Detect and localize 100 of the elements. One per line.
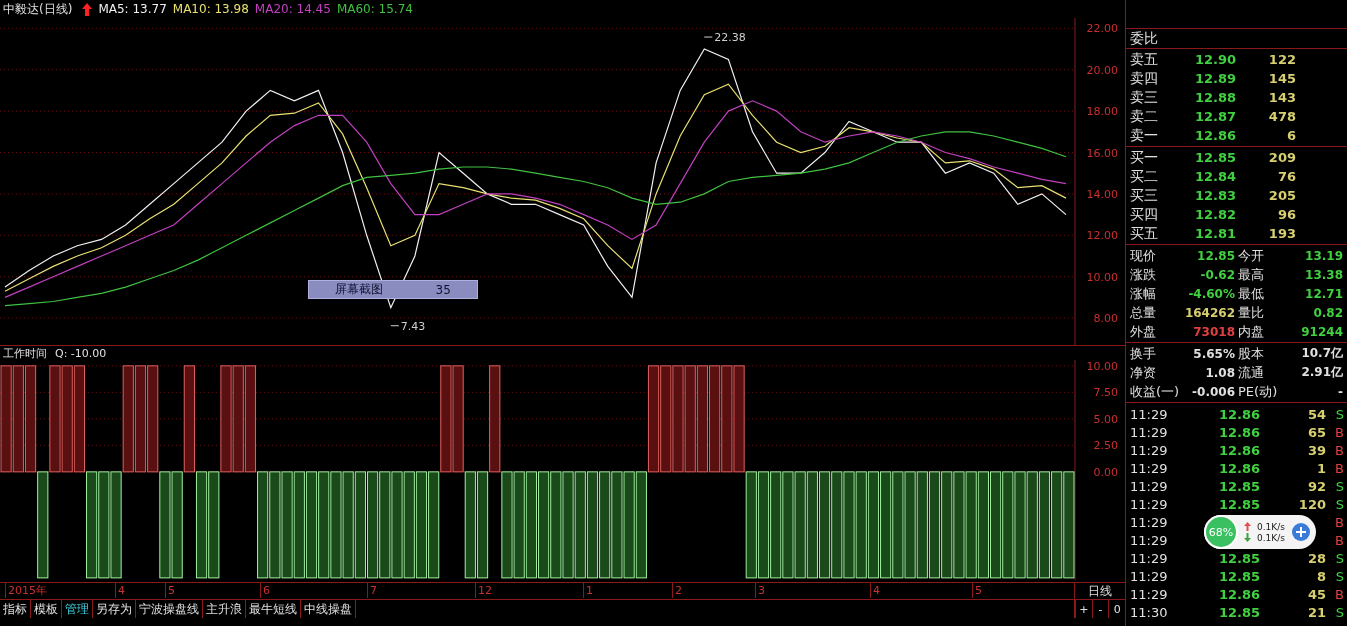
toolbar-tab[interactable]: 最牛短线 — [246, 600, 301, 618]
trade-time: 11:29 — [1130, 442, 1169, 458]
moving-average-reading: MA5: 13.77 — [98, 2, 167, 16]
toolbar-tab[interactable]: 指标 — [0, 600, 31, 618]
trade-time: 11:29 — [1130, 424, 1169, 440]
stat-value: -0.006 — [1192, 384, 1236, 399]
stat-value: 91244 — [1301, 324, 1344, 339]
bid-price: 12.81 — [1193, 226, 1236, 241]
bid-label: 买一 — [1130, 148, 1159, 167]
toolbar-tab[interactable]: 中线操盘 — [301, 600, 356, 618]
bid-price: 12.82 — [1193, 207, 1236, 222]
stat-value: 13.38 — [1305, 267, 1344, 282]
bid-price: 12.83 — [1193, 188, 1236, 203]
bid-volume: 193 — [1267, 226, 1296, 241]
trade-volume: 120 — [1298, 496, 1326, 512]
stat-value: 10.7亿 — [1301, 345, 1344, 362]
indicator-title: 工作时间 — [3, 345, 47, 361]
axis-label: 10.00 — [1086, 270, 1118, 284]
toolbar-tab[interactable]: 宁波操盘线 — [136, 600, 203, 618]
trade-price: 12.85 — [1218, 604, 1260, 620]
stat-label: PE(动) — [1238, 383, 1278, 401]
stat-label: 涨幅 — [1130, 285, 1156, 303]
stat-value: 73018 — [1193, 324, 1236, 339]
trade-price: 12.86 — [1218, 406, 1260, 422]
trade-time: 11:29 — [1130, 460, 1169, 476]
bid-volume: 209 — [1267, 150, 1296, 165]
bid-label: 买四 — [1130, 205, 1159, 224]
up-arrow-icon — [1244, 522, 1251, 531]
trade-time: 11:29 — [1130, 406, 1169, 422]
trade-volume: 21 — [1307, 604, 1326, 620]
indicator-reading: Q: -10.00 — [55, 346, 107, 360]
memory-percent: 68% — [1208, 525, 1234, 539]
ask-label: 卖一 — [1130, 126, 1159, 145]
stat-label: 总量 — [1130, 304, 1156, 322]
trade-price: 12.86 — [1218, 460, 1260, 476]
axis-label: 0.00 — [1093, 465, 1118, 479]
tooltip-value: 35 — [435, 282, 451, 297]
trade-volume: 8 — [1316, 568, 1326, 584]
trade-side: S — [1334, 568, 1344, 584]
stat-label: 收益(一) — [1130, 383, 1180, 401]
bid-volume: 205 — [1267, 188, 1296, 203]
bid-label: 买五 — [1130, 224, 1159, 243]
trade-side: B — [1334, 586, 1344, 602]
trade-time: 11:29 — [1130, 514, 1169, 530]
ask-price: 12.86 — [1193, 128, 1236, 143]
stat-value: 12.71 — [1305, 286, 1344, 301]
axis-label: 10.00 — [1086, 360, 1118, 373]
trade-volume: 39 — [1307, 442, 1326, 458]
ask-label: 卖二 — [1130, 107, 1159, 126]
stat-value: 13.19 — [1305, 248, 1344, 263]
axis-label: 14.00 — [1086, 187, 1118, 201]
download-speed: 0.1K/s — [1257, 532, 1285, 543]
stat-value: 2.91亿 — [1301, 364, 1344, 381]
trade-time: 11:29 — [1130, 496, 1169, 512]
date-label: 2 — [672, 583, 682, 598]
stat-label: 涨跌 — [1130, 266, 1156, 284]
trade-price: 12.85 — [1218, 496, 1260, 512]
ask-label: 卖四 — [1130, 69, 1159, 88]
ask-volume: 6 — [1285, 128, 1296, 143]
ask-volume: 122 — [1267, 52, 1296, 67]
trade-side: B — [1334, 532, 1344, 548]
trade-price: 12.86 — [1218, 424, 1260, 440]
up-arrow-icon — [82, 2, 93, 16]
stat-label: 内盘 — [1238, 323, 1264, 341]
trade-time: 11:29 — [1130, 550, 1169, 566]
moving-average-reading: MA10: 13.98 — [172, 2, 249, 16]
stat-value: 0.82 — [1313, 305, 1344, 320]
axis-label: 18.00 — [1086, 105, 1118, 119]
bid-volume: 96 — [1276, 207, 1296, 222]
date-label: 1 — [583, 583, 593, 598]
trade-side: B — [1334, 514, 1344, 530]
stat-label: 流通 — [1238, 364, 1264, 382]
stat-value: -0.62 — [1200, 267, 1236, 282]
stat-value: 12.85 — [1197, 248, 1236, 263]
trade-side: B — [1334, 442, 1344, 458]
price-label: 22.38 — [703, 31, 746, 45]
ask-price: 12.88 — [1193, 90, 1236, 105]
stat-label: 现价 — [1130, 247, 1156, 265]
toolbar-tab[interactable]: 管理 — [62, 600, 93, 618]
axis-label: 8.00 — [1093, 312, 1118, 326]
trade-side: B — [1334, 460, 1344, 476]
toolbar-tab[interactable]: 主升浪 — [203, 600, 246, 618]
date-label: 2015年 — [5, 583, 47, 598]
toolbar-tab[interactable]: 模板 — [31, 600, 62, 618]
ask-volume: 143 — [1267, 90, 1296, 105]
speed-widget[interactable]: 68% 0.1K/s 0.1K/s — [1204, 515, 1316, 549]
moving-average-reading: MA60: 15.74 — [336, 2, 413, 16]
axis-label: 2.50 — [1093, 439, 1118, 453]
axis-label: 5.00 — [1093, 412, 1118, 426]
plus-icon[interactable] — [1290, 522, 1311, 542]
trade-side: S — [1334, 496, 1344, 512]
down-arrow-icon — [1244, 533, 1251, 542]
date-label: 6 — [260, 583, 270, 598]
trade-price: 12.85 — [1218, 568, 1260, 584]
axis-label: 7.50 — [1093, 386, 1118, 400]
trade-price: 12.86 — [1218, 586, 1260, 602]
stat-value: 1.08 — [1205, 365, 1236, 380]
bid-price: 12.85 — [1193, 150, 1236, 165]
trade-side: S — [1334, 604, 1344, 620]
axis-label: 12.00 — [1086, 229, 1118, 243]
